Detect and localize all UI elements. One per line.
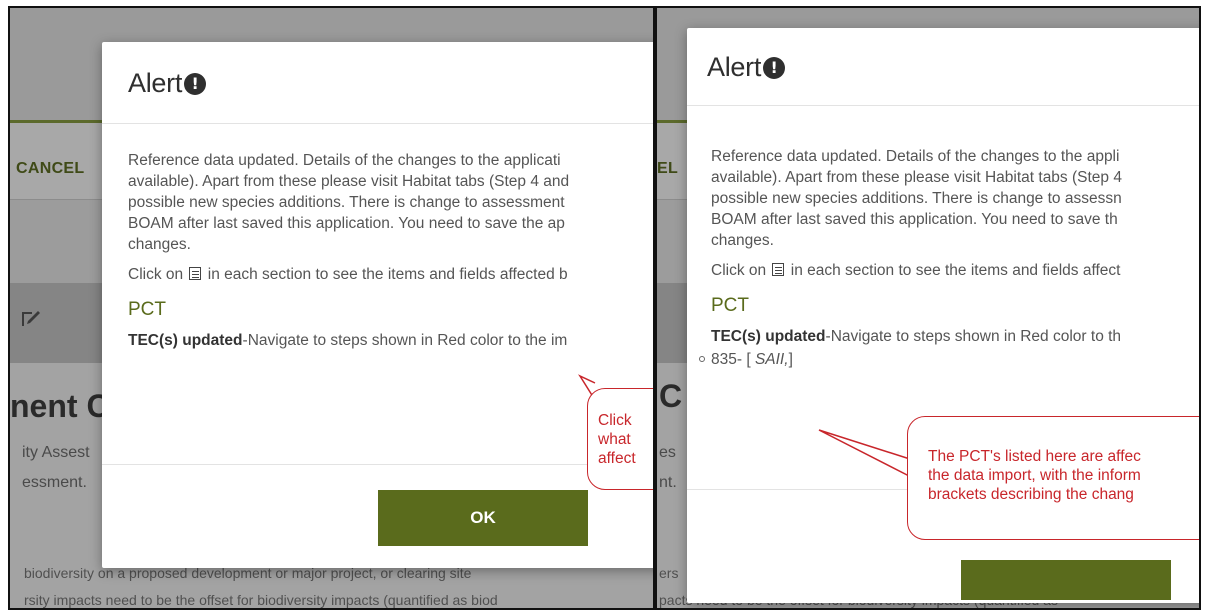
message-line: possible new species additions. There is… bbox=[128, 194, 565, 211]
list-icon bbox=[772, 263, 785, 276]
page-heading: nent C bbox=[10, 388, 110, 424]
message-line: available). Apart from these please visi… bbox=[128, 173, 570, 190]
page-text-line: rsity impacts need to be the offset for … bbox=[24, 592, 498, 608]
exclamation-icon: ! bbox=[184, 72, 207, 95]
screenshot-panel-right: EL C es nt. ers pacts need to be the off… bbox=[655, 6, 1201, 610]
message-line: Reference data updated. Details of the c… bbox=[128, 152, 561, 169]
message-line: BOAM after last saved this application. … bbox=[711, 211, 1118, 228]
footer-divider bbox=[102, 464, 653, 465]
page-subtext: es bbox=[659, 444, 676, 461]
pct-heading: PCT bbox=[711, 295, 749, 316]
exclamation-icon: ! bbox=[763, 56, 786, 79]
cancel-button[interactable]: CANCEL bbox=[16, 160, 84, 178]
modal-title: Alert ! bbox=[707, 52, 786, 83]
cancel-button[interactable]: EL bbox=[657, 160, 678, 178]
ok-button[interactable]: OK bbox=[378, 490, 588, 546]
annotation-callout: Click what affect bbox=[587, 388, 653, 490]
alert-modal: Alert ! Reference data updated. Details … bbox=[102, 42, 653, 568]
message-line: BOAM after last saved this application. … bbox=[128, 215, 565, 232]
click-instruction: Click on in each section to see the item… bbox=[711, 262, 1121, 279]
pct-list-item: 835- [ SAII,] bbox=[699, 349, 1199, 370]
ok-button[interactable] bbox=[961, 560, 1171, 600]
click-instruction: Click on in each section to see the item… bbox=[128, 266, 568, 283]
annotation-callout: The PCT's listed here are affec the data… bbox=[907, 416, 1199, 540]
page-subtext: nt. bbox=[659, 474, 677, 491]
message-line: changes. bbox=[711, 232, 774, 249]
message-line: available). Apart from these please visi… bbox=[711, 169, 1122, 186]
message-line: changes. bbox=[128, 236, 191, 253]
circle-bullet-icon bbox=[699, 356, 705, 363]
tec-update-line: TEC(s) updated-Navigate to steps shown i… bbox=[711, 328, 1122, 345]
message-line: possible new species additions. There is… bbox=[711, 190, 1122, 207]
tec-update-line: TEC(s) updated-Navigate to steps shown i… bbox=[128, 332, 568, 349]
list-icon bbox=[189, 267, 202, 280]
pct-heading: PCT bbox=[128, 299, 166, 320]
edit-icon[interactable] bbox=[20, 307, 42, 329]
screenshot-panel-left: CANCEL nent C ity Assest essment. biodiv… bbox=[8, 6, 655, 610]
message-line: Reference data updated. Details of the c… bbox=[711, 148, 1120, 165]
page-subtext: ity Assest bbox=[22, 444, 90, 461]
modal-header: Alert ! bbox=[687, 28, 1199, 106]
modal-title: Alert ! bbox=[128, 68, 207, 99]
page-subtext: essment. bbox=[22, 474, 87, 491]
page-heading: C bbox=[659, 378, 683, 414]
modal-body: Reference data updated. Details of the c… bbox=[102, 124, 653, 351]
modal-body: Reference data updated. Details of the c… bbox=[687, 106, 1199, 370]
modal-header: Alert ! bbox=[102, 42, 653, 124]
